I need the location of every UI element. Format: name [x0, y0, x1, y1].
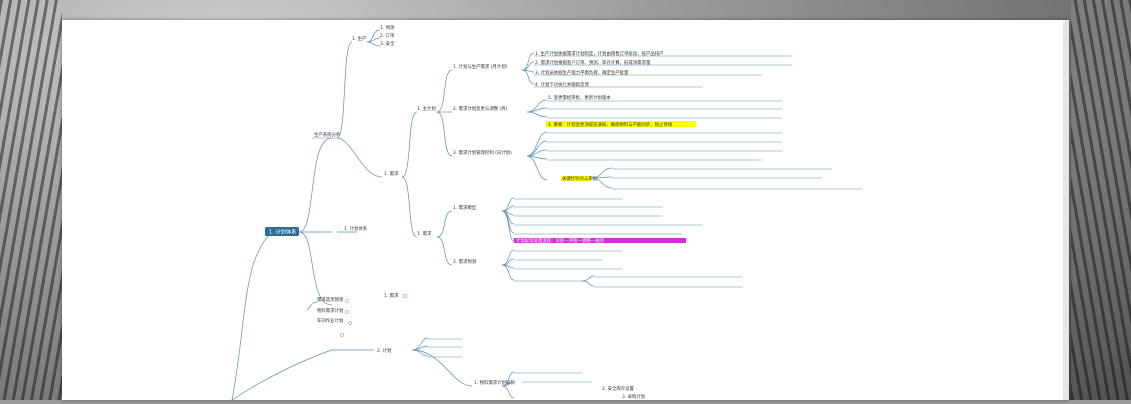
mindmap-canvas[interactable]: 1. 计划体系 生产系统分析 1. 生产 1. 预测 2. 订单 3. 安全 1… [62, 20, 1069, 401]
small-node-order: 2. 订单 [380, 32, 395, 39]
node-plan-system: 1. 计划体系 [344, 225, 368, 232]
node-demand-2: 1. 需求 [384, 170, 399, 177]
branch-to-top [336, 41, 353, 139]
small-node-safety: 3. 安全 [380, 40, 395, 47]
background-trees-right [1071, 0, 1131, 400]
plan-item-monthly: 1. 计划与生产需求 (月计划) [453, 63, 508, 70]
branch-to-bottom [298, 231, 333, 306]
mid-item-forecast: 2. 需求预测 [453, 258, 477, 265]
vertical-scrollbar[interactable] [1063, 20, 1069, 400]
bottom-item-1: 1. 物料需求计划编制 [474, 379, 515, 386]
left-node-2: 物料需求计划 [317, 307, 343, 314]
node-top-demand: 1. 生产 [352, 35, 367, 42]
node-demand-bottom: 1. 需求 [384, 292, 399, 299]
plan-item-weekly: 2. 需求计划变更与调整 (周) [453, 105, 508, 112]
node-demand-3: 1. 需求 [417, 230, 432, 237]
branch-to-demand [298, 137, 333, 233]
plan-item-daily: 3. 需求计划管理控制 (日计划) [453, 149, 512, 156]
node-main-plan: 1. 主计划 [417, 105, 436, 112]
left-node-3: 车间作业计划 [317, 317, 343, 324]
trunk-branch-lower [231, 349, 333, 401]
background-trees-left [0, 0, 62, 400]
lower-node-plan: 2. 计划 [377, 347, 391, 354]
small-node-forecast: 1. 预测 [380, 24, 395, 31]
trunk-branch [231, 231, 273, 401]
detail-line-5: 5. 变更需经审批，更新计划版本 [548, 94, 611, 101]
bottom-item-3: 3. 采购计划 [622, 393, 645, 400]
highlight-magenta-text: 计划异常处理流程：识别—评估—调整—关闭 [516, 237, 604, 244]
mid-item-model: 1. 需求模型 [453, 204, 477, 211]
mindmap-svg: 1. 计划体系 生产系统分析 1. 生产 1. 预测 2. 订单 3. 安全 1… [231, 24, 862, 401]
node-demand-analysis: 生产系统分析 [314, 131, 341, 138]
highlight-yellow-small-text: 关键控制点与审批 [562, 175, 598, 182]
highlight-yellow-text: 4. 重要：计划变更须提前通知，确保物料与产能同步，防止停线 [548, 121, 673, 128]
root-node-label: 1. 计划体系 [269, 228, 296, 236]
left-node-1: 需求选项管理 [317, 296, 344, 303]
bottom-item-2: 2. 安全库存设置 [602, 385, 635, 392]
